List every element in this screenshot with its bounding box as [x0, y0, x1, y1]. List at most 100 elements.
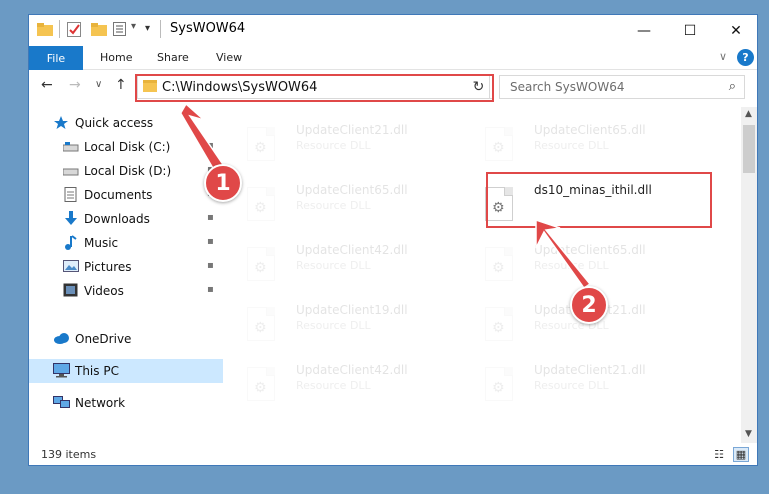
cloud-icon: [53, 331, 69, 345]
scroll-up-icon[interactable]: ▲: [745, 109, 752, 119]
sidebar-item-network[interactable]: Network: [29, 391, 223, 415]
sidebar-item-label: Network: [75, 396, 126, 410]
sidebar-item-label: Local Disk (C:): [84, 140, 171, 154]
dll-file-icon: ⚙: [247, 307, 275, 341]
sidebar-item-label: This PC: [75, 364, 119, 378]
file-name: UpdateClient65.dll: [534, 243, 646, 257]
scroll-down-icon[interactable]: ▼: [745, 429, 752, 439]
close-button[interactable]: ✕: [713, 15, 757, 46]
computer-icon: [53, 363, 70, 378]
tab-share[interactable]: Share: [157, 51, 189, 64]
help-icon[interactable]: ?: [737, 49, 754, 66]
item-count: 139 items: [41, 448, 97, 461]
search-icon[interactable]: ⌕: [729, 79, 736, 94]
sidebar-item-label: OneDrive: [75, 332, 132, 346]
step-1-badge: 1: [204, 164, 242, 202]
file-type: Resource DLL: [296, 319, 371, 332]
sidebar-item-videos[interactable]: Videos ▪: [29, 279, 223, 303]
forward-button[interactable]: →: [69, 77, 81, 93]
dll-file-icon: ⚙: [485, 367, 513, 401]
sidebar-item-local-disk-c[interactable]: Local Disk (C:) ▪: [29, 135, 223, 159]
title-separator: [160, 20, 161, 38]
expand-ribbon-icon[interactable]: ∨: [719, 50, 727, 63]
new-folder-icon[interactable]: [91, 22, 107, 39]
dll-file-icon: ⚙: [247, 187, 275, 221]
large-icons-view-icon[interactable]: ▦: [733, 447, 749, 462]
file-type: Resource DLL: [534, 139, 609, 152]
navigation-pane: Quick access Local Disk (C:) ▪ Local Dis…: [29, 107, 223, 443]
sidebar-item-label: Local Disk (D:): [84, 164, 172, 178]
status-bar: 139 items ☷ ▦: [29, 443, 757, 465]
file-item[interactable]: ⚙ UpdateClient65.dll Resource DLL: [463, 115, 693, 165]
pin-icon[interactable]: ▪: [207, 212, 214, 223]
sidebar-item-quick-access[interactable]: Quick access: [29, 111, 223, 135]
file-list: ⚙ UpdateClient21.dll Resource DLL ⚙ Upda…: [225, 107, 741, 443]
file-item[interactable]: ⚙ UpdateClient21.dll Resource DLL: [463, 355, 693, 405]
pin-icon[interactable]: ▪: [207, 236, 214, 247]
tab-view[interactable]: View: [216, 51, 242, 64]
sidebar-item-label: Documents: [84, 188, 153, 202]
pin-icon[interactable]: ▪: [207, 140, 214, 151]
sidebar-item-downloads[interactable]: Downloads ▪: [29, 207, 223, 231]
file-name: UpdateClient19.dll: [296, 303, 408, 317]
dll-file-icon: ⚙: [485, 247, 513, 281]
back-button[interactable]: ←: [41, 77, 53, 93]
customize-icon[interactable]: [113, 22, 129, 39]
address-highlight-box: [135, 74, 494, 102]
drive-icon: [62, 163, 79, 177]
download-icon: [63, 211, 79, 225]
file-highlight-box: [486, 172, 712, 228]
pictures-icon: [63, 259, 79, 273]
file-type: Resource DLL: [296, 199, 371, 212]
pin-icon[interactable]: ▪: [207, 284, 214, 295]
step-2-badge: 2: [570, 286, 608, 324]
properties-check-icon[interactable]: [67, 22, 82, 40]
file-item[interactable]: ⚙ UpdateClient19.dll Resource DLL: [225, 295, 455, 345]
file-name: UpdateClient65.dll: [534, 123, 646, 137]
drive-icon: [62, 139, 79, 153]
ribbon-tabs: File Home Share View ∨ ?: [29, 46, 757, 70]
qa-customize-dropdown-icon[interactable]: ▾: [145, 23, 150, 34]
vertical-scrollbar[interactable]: ▲ ▼: [741, 107, 757, 443]
qa-separator: [59, 20, 60, 38]
dll-file-icon: ⚙: [485, 127, 513, 161]
tab-file[interactable]: File: [29, 46, 83, 70]
star-icon: [53, 115, 69, 129]
search-placeholder: Search SysWOW64: [510, 80, 625, 94]
scrollbar-thumb[interactable]: [743, 125, 755, 173]
file-type: Resource DLL: [296, 259, 371, 272]
dll-file-icon: ⚙: [247, 127, 275, 161]
sidebar-item-local-disk-d[interactable]: Local Disk (D:) ▪: [29, 159, 223, 183]
recent-locations-icon[interactable]: ∨: [95, 79, 102, 90]
sidebar-item-pictures[interactable]: Pictures ▪: [29, 255, 223, 279]
sidebar-item-music[interactable]: Music ▪: [29, 231, 223, 255]
sidebar-item-label: Videos: [84, 284, 124, 298]
search-input[interactable]: Search SysWOW64 ⌕: [499, 75, 745, 99]
sidebar-item-this-pc[interactable]: This PC: [29, 359, 223, 383]
title-bar: ▾ ▾ SysWOW64 — ☐ ✕: [29, 15, 757, 46]
up-button[interactable]: ↑: [115, 77, 127, 93]
sidebar-item-label: Quick access: [75, 116, 154, 130]
sidebar-item-documents[interactable]: Documents ▪: [29, 183, 223, 207]
documents-icon: [63, 187, 79, 202]
file-item[interactable]: ⚙ UpdateClient42.dll Resource DLL: [225, 235, 455, 285]
details-view-icon[interactable]: ☷: [711, 447, 727, 462]
tab-home[interactable]: Home: [100, 51, 132, 64]
file-name: UpdateClient21.dll: [296, 123, 408, 137]
file-type: Resource DLL: [534, 259, 609, 272]
file-type: Resource DLL: [534, 379, 609, 392]
file-item[interactable]: ⚙ UpdateClient65.dll Resource DLL: [225, 175, 455, 225]
file-name: UpdateClient42.dll: [296, 243, 408, 257]
sidebar-item-onedrive[interactable]: OneDrive: [29, 327, 223, 351]
network-icon: [53, 395, 70, 409]
file-item[interactable]: ⚙ UpdateClient42.dll Resource DLL: [225, 355, 455, 405]
pin-icon[interactable]: ▪: [207, 260, 214, 271]
maximize-button[interactable]: ☐: [667, 15, 713, 46]
file-type: Resource DLL: [296, 379, 371, 392]
minimize-button[interactable]: —: [621, 15, 667, 46]
qa-dropdown-icon[interactable]: ▾: [131, 21, 136, 32]
file-item[interactable]: ⚙ UpdateClient65.dll Resource DLL: [463, 235, 693, 285]
file-name: UpdateClient65.dll: [296, 183, 408, 197]
file-name: UpdateClient21.dll: [534, 363, 646, 377]
file-item[interactable]: ⚙ UpdateClient21.dll Resource DLL: [225, 115, 455, 165]
